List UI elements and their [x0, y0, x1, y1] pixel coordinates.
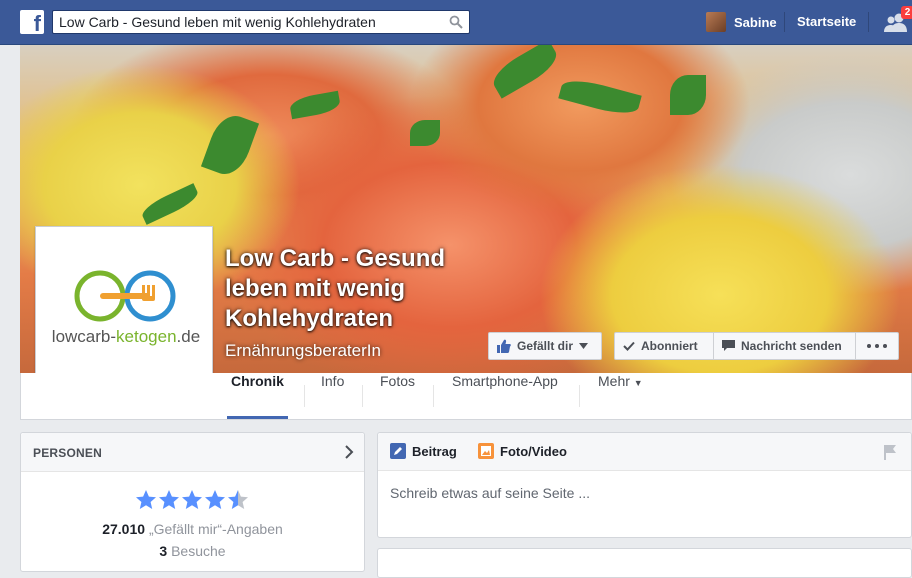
tab-fotos[interactable]: Fotos — [380, 373, 415, 419]
send-message-button[interactable]: Nachricht senden — [713, 332, 856, 360]
people-card: PERSONEN 27.010 „Gefällt mir“-Angaben 3 … — [20, 432, 365, 572]
likes-label: „Gefällt mir“-Angaben — [148, 521, 283, 537]
divider — [304, 385, 305, 407]
star-icon — [228, 490, 248, 509]
friend-requests-badge: 2 — [901, 6, 912, 19]
top-navigation-bar: f Sabine Startseite 2 — [0, 0, 912, 45]
subscribed-button[interactable]: Abonniert — [614, 332, 714, 360]
chevron-right-icon[interactable] — [344, 445, 354, 459]
parsley-leaf — [670, 75, 706, 115]
search-box — [52, 10, 470, 34]
tab-info[interactable]: Info — [321, 373, 344, 419]
post-composer: Beitrag Foto/Video Schreib etwas auf sei… — [377, 432, 912, 538]
visits-stat[interactable]: 3 Besuche — [21, 543, 364, 559]
divider — [784, 12, 785, 32]
star-icon — [182, 490, 202, 509]
star-icon — [159, 490, 179, 509]
page-tab-bar: Chronik Info Fotos Smartphone-App Mehr ▼ — [20, 373, 912, 420]
divider — [579, 385, 580, 407]
tab-mehr-label: Mehr — [598, 373, 630, 389]
tab-photo-video[interactable]: Foto/Video — [478, 443, 567, 459]
user-name: Sabine — [734, 14, 777, 30]
people-card-header[interactable]: PERSONEN — [21, 433, 364, 472]
tab-post[interactable]: Beitrag — [390, 443, 457, 459]
caret-down-icon: ▼ — [633, 378, 643, 388]
divider — [433, 385, 434, 407]
logo-text: lowcarb-ketogen.de — [51, 327, 201, 346]
page-title: Low Carb - Gesund leben mit wenig Kohleh… — [225, 245, 446, 332]
parsley-leaf — [558, 75, 642, 119]
composer-input[interactable]: Schreib etwas auf seine Seite ... — [390, 485, 590, 501]
search-icon[interactable] — [449, 15, 463, 29]
page-category[interactable]: ErnährungsberaterIn — [225, 341, 381, 361]
next-card — [377, 548, 912, 578]
divider — [868, 12, 869, 32]
tab-post-label: Beitrag — [412, 443, 457, 459]
facebook-logo-icon[interactable]: f — [20, 10, 44, 36]
subscribed-button-label: Abonniert — [641, 339, 698, 353]
avatar — [706, 12, 726, 32]
likes-count: 27.010 — [102, 521, 146, 537]
star-rating — [135, 489, 249, 511]
infinity-fork-logo-icon — [74, 270, 176, 322]
thumbs-up-icon — [497, 339, 511, 353]
chevron-down-icon — [579, 343, 589, 349]
visits-count: 3 — [159, 543, 168, 559]
checkmark-icon — [623, 341, 635, 351]
send-message-label: Nachricht senden — [741, 339, 842, 353]
composer-tabs: Beitrag Foto/Video — [378, 433, 911, 471]
message-icon — [722, 340, 735, 351]
tab-smartphone-app[interactable]: Smartphone-App — [452, 373, 558, 419]
parsley-leaf — [139, 183, 201, 225]
more-dots-icon — [867, 344, 887, 348]
parsley-leaf — [487, 45, 563, 99]
pencil-icon — [390, 443, 406, 459]
people-card-title: PERSONEN — [33, 446, 102, 460]
parsley-leaf — [288, 90, 342, 120]
visits-label: Besuche — [171, 543, 226, 559]
profile-link[interactable]: Sabine — [706, 10, 777, 34]
parsley-leaf — [200, 109, 260, 181]
search-input[interactable] — [59, 13, 439, 31]
home-link[interactable]: Startseite — [797, 14, 856, 29]
likes-stat[interactable]: 27.010 „Gefällt mir“-Angaben — [21, 521, 364, 537]
flag-icon[interactable] — [883, 444, 897, 460]
tab-mehr[interactable]: Mehr ▼ — [598, 373, 643, 419]
tab-photo-video-label: Foto/Video — [500, 443, 567, 459]
photo-icon — [478, 443, 494, 459]
star-icon — [205, 490, 225, 509]
like-button[interactable]: Gefällt dir — [488, 332, 602, 360]
parsley-leaf — [410, 120, 440, 146]
tab-chronik[interactable]: Chronik — [227, 373, 288, 419]
more-options-button[interactable] — [855, 332, 899, 360]
star-icon — [136, 490, 156, 509]
divider — [362, 385, 363, 407]
like-button-label: Gefällt dir — [517, 339, 574, 353]
